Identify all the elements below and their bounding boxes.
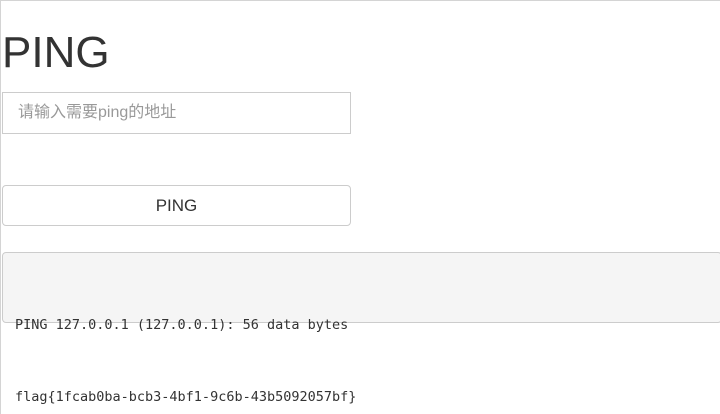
page-frame: PING PING PING 127.0.0.1 (127.0.0.1): 56…	[0, 0, 720, 414]
page-title: PING	[2, 28, 110, 77]
output-line: PING 127.0.0.1 (127.0.0.1): 56 data byte…	[15, 317, 349, 333]
ping-output: PING 127.0.0.1 (127.0.0.1): 56 data byte…	[2, 252, 720, 405]
output-line: flag{1fcab0ba-bcb3-4bf1-9c6b-43b5092057b…	[15, 389, 357, 405]
ping-button[interactable]: PING	[2, 185, 351, 226]
address-input[interactable]	[2, 92, 351, 134]
